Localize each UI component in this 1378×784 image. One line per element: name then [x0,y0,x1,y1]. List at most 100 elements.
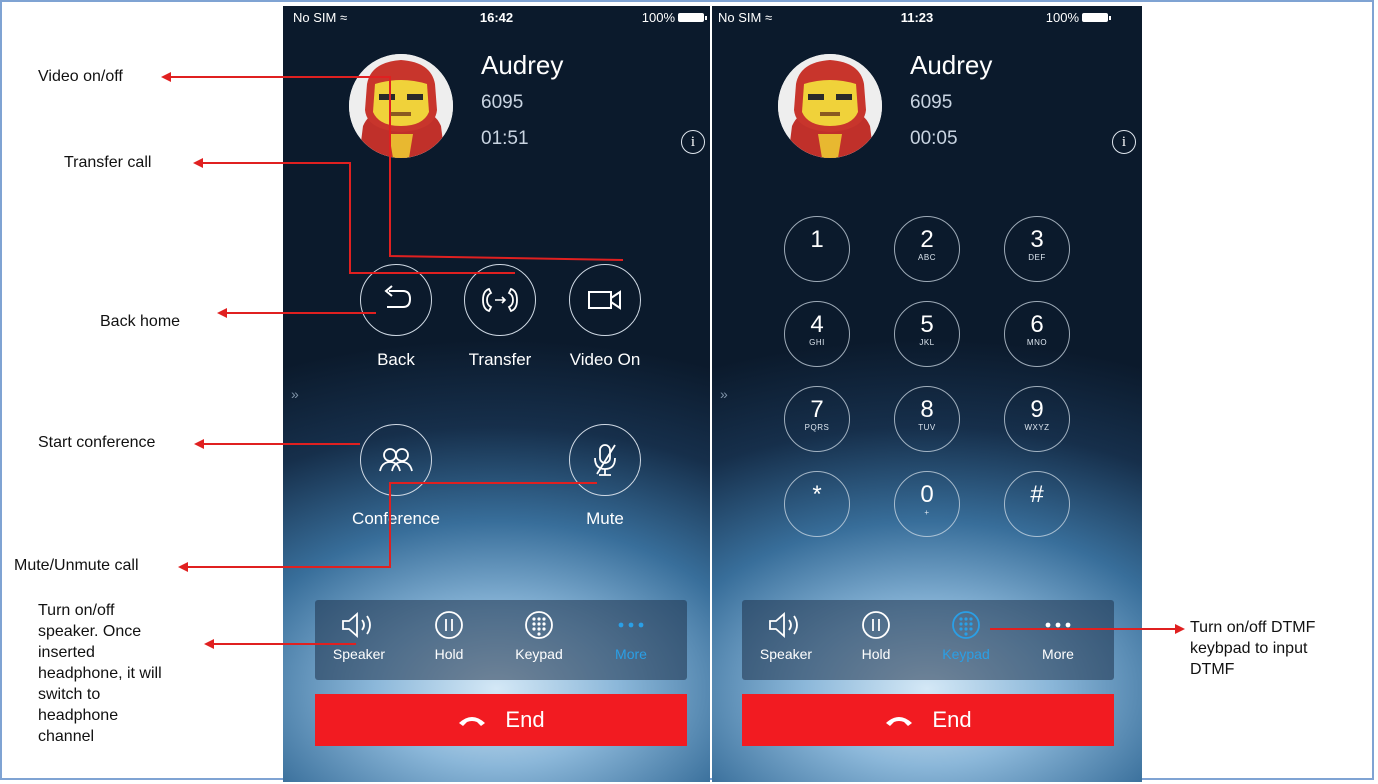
key-digit: 6 [1030,311,1044,338]
key-digit: 2 [920,226,934,253]
info-icon[interactable]: i [1112,130,1136,154]
keypad-key-5[interactable]: 5 JKL [894,301,960,367]
call-toolbar: Speaker Hold Keypad More [315,600,687,680]
key-digit: 5 [920,311,934,338]
key-letters: GHI [809,338,825,347]
keypad-key-3[interactable]: 3 DEF [1004,216,1070,282]
mute-button[interactable] [569,424,641,496]
more-tab[interactable]: More [591,604,671,676]
keypad-key-6[interactable]: 6 MNO [1004,301,1070,367]
back-button[interactable] [360,264,432,336]
info-icon[interactable]: i [681,130,705,154]
key-letters: + [924,508,930,517]
keypad-key-8[interactable]: 8 TUV [894,386,960,452]
key-letters: JKL [919,338,935,347]
contact-number: 6095 [481,92,524,113]
video-on-button[interactable] [569,264,641,336]
call-duration: 01:51 [481,128,529,149]
pause-icon [862,611,890,639]
speaker-icon [342,612,371,638]
more-tab-label: More [615,646,647,662]
key-letters: TUV [918,423,936,432]
keypad-key-4[interactable]: 4 GHI [784,301,850,367]
speaker-tab-label: Speaker [332,646,386,662]
hold-tab[interactable]: Hold [409,604,489,676]
keypad-key-1[interactable]: 1 [784,216,850,282]
hold-tab-label: Hold [861,646,891,662]
pause-icon [435,611,463,639]
mute-label: Mute [586,509,624,528]
call-duration: 00:05 [910,128,958,149]
annotation-dtmf-line: keybpad to input [1190,640,1308,657]
annotation-speaker-line: headphone [38,707,119,724]
keypad-tab[interactable]: Keypad [926,604,1006,676]
key-letters: WXYZ [1024,423,1050,432]
side-chevron-icon[interactable]: » [720,386,728,402]
conference-label: Conference [352,509,440,528]
annotation-speaker-line: switch to [38,686,101,703]
keypad-key-hash[interactable]: # [1004,471,1070,537]
end-call-label: End [932,707,972,732]
contact-name: Audrey [481,50,564,80]
keypad-tab-label: Keypad [515,646,563,662]
keypad-key-0[interactable]: 0 + [894,471,960,537]
end-call-button[interactable]: End [742,694,1114,746]
key-letters: DEF [1028,253,1046,262]
end-call-label: End [505,707,545,732]
annotation-video: Video on/off [38,68,123,85]
keypad-icon [525,611,553,639]
annotation-conference: Start conference [38,434,156,451]
annotation-speaker-line: headphone, it will [38,665,162,682]
more-tab[interactable]: More [1018,604,1098,676]
keypad-key-2[interactable]: 2 ABC [894,216,960,282]
conference-button[interactable] [360,424,432,496]
battery-icon [678,13,707,22]
key-digit: 0 [920,481,934,508]
hold-tab-label: Hold [434,646,464,662]
annotation-speaker-line: inserted [38,644,95,661]
key-digit: # [1030,481,1044,508]
conference-people-icon [379,448,413,472]
annotation-dtmf: Turn on/off DTMF keybpad to input DTMF [1190,617,1370,680]
status-bar: No SIM ≈ 11:23 100% [712,6,1142,26]
avatar [778,54,882,158]
side-chevron-icon[interactable]: » [291,386,299,402]
speaker-tab[interactable]: Speaker [319,604,399,676]
key-letters: MNO [1026,338,1048,347]
key-letters: PQRS [804,423,830,432]
hang-up-icon [459,717,486,726]
annotation-transfer: Transfer call [64,154,152,171]
more-dots-icon [618,622,644,628]
hold-tab[interactable]: Hold [836,604,916,676]
end-call-button[interactable]: End [315,694,687,746]
more-tab-label: More [1042,646,1074,662]
speaker-icon [769,612,798,638]
speaker-tab[interactable]: Speaker [746,604,826,676]
battery-indicator: 100% [642,10,707,25]
transfer-button[interactable] [464,264,536,336]
keypad-icon [952,611,980,639]
avatar [349,54,453,158]
keypad-key-star[interactable]: * [784,471,850,537]
call-toolbar: Speaker Hold Keypad More [742,600,1114,680]
key-letters: ABC [918,253,936,262]
contact-number: 6095 [910,92,953,113]
annotation-speaker: Turn on/off speaker. Once inserted headp… [38,600,213,747]
microphone-muted-icon [594,444,616,476]
video-camera-icon [588,290,621,310]
call-screen-right: No SIM ≈ 11:23 100% Audrey 6095 00:05 i … [712,6,1142,782]
key-digit: 7 [810,396,824,423]
call-screen-left: No SIM ≈ 16:42 100% Audrey 6095 01:51 i … [283,6,710,782]
battery-indicator: 100% [1046,10,1111,25]
status-bar: No SIM ≈ 16:42 100% [283,6,710,26]
keypad-key-7[interactable]: 7 PQRS [784,386,850,452]
annotation-speaker-line: channel [38,728,95,745]
hang-up-icon [886,717,913,726]
key-digit: * [812,481,822,508]
keypad-tab[interactable]: Keypad [499,604,579,676]
keypad-key-9[interactable]: 9 WXYZ [1004,386,1070,452]
back-arrow-icon [384,285,412,308]
key-digit: 8 [920,396,934,423]
key-digit: 3 [1030,226,1044,253]
key-digit: 4 [810,311,824,338]
